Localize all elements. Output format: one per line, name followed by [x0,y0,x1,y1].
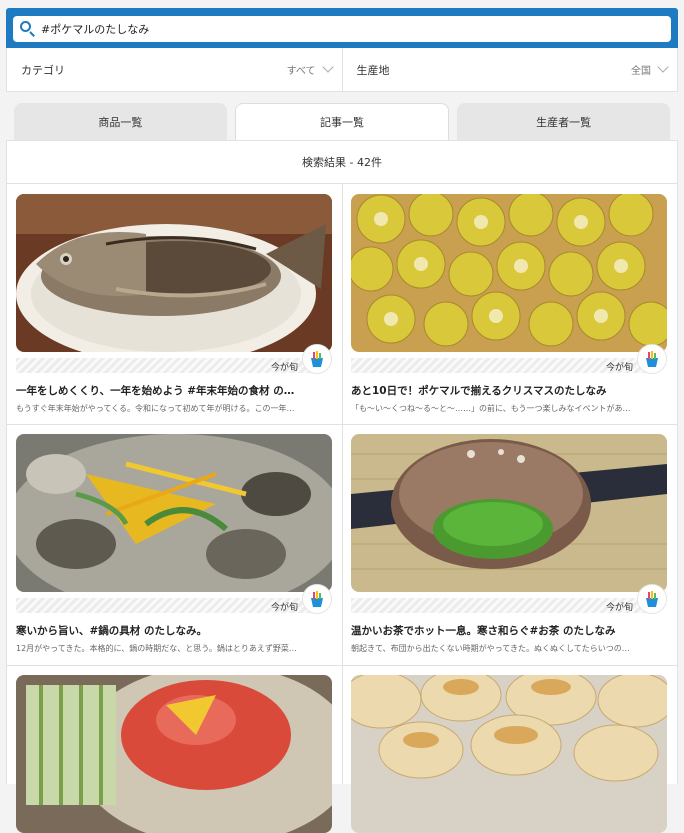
season-stripe [16,598,312,613]
chevron-down-icon [657,61,669,73]
basket-icon [646,351,658,367]
article-title[interactable]: 一年をしめくくり、一年を始めよう #年末年始の食材 の… [16,383,332,398]
article-description: 「も〜い〜くつね〜る〜と〜……」の前に、もう一つ楽しみなイベントがあ… [351,404,631,413]
search-header [6,8,678,48]
season-label: 今が旬 [270,363,298,373]
tab-bar: 商品一覧 記事一覧 生産者一覧 [14,103,671,140]
article-card[interactable] [351,675,669,833]
season-label: 今が旬 [605,603,633,613]
article-image-baked-buns[interactable] [351,675,667,833]
article-image-matcha-bowl[interactable] [351,434,667,592]
article-title[interactable]: 寒いから旨い、#鍋の具材 のたしなみ。 [16,623,332,638]
article-card[interactable]: 今が旬 あと10日で！ポケマルで揃えるクリスマスのたしなみ 「も〜い〜くつね〜る… [351,194,669,414]
article-image-vegetable-dish[interactable] [16,675,332,833]
article-description: もうすぐ年末年始がやってくる。令和になって初めて年が明ける。この一年… [16,404,295,413]
season-stripe [351,598,647,613]
article-card[interactable]: 今が旬 一年をしめくくり、一年を始めよう #年末年始の食材 の… もうすぐ年末年… [16,194,334,414]
category-filter[interactable]: カテゴリ すべて [7,48,342,91]
article-grid: 今が旬 一年をしめくくり、一年を始めよう #年末年始の食材 の… もうすぐ年末年… [6,184,678,833]
filter-bar: カテゴリ すべて 生産地 全国 [6,48,678,92]
column-divider [342,184,343,784]
season-stripe [16,358,312,373]
search-icon[interactable] [19,20,37,38]
article-image-kiwi-tart[interactable] [351,194,667,352]
row-divider [7,665,677,666]
season-label: 今が旬 [605,363,633,373]
tab-producers[interactable]: 生産者一覧 [457,103,671,140]
category-filter-label: カテゴリ [21,63,65,77]
chevron-down-icon [321,61,334,73]
basket-icon [311,591,323,607]
search-input[interactable] [41,22,641,36]
article-description: 12月がやってきた。本格的に、鍋の時期だな、と思う。鍋はとりあえず野菜… [16,644,297,653]
season-stripe [351,358,647,373]
article-title[interactable]: 温かいお茶でホット一息。寒さ和らぐ#お茶 のたしなみ [351,623,667,638]
producer-avatar[interactable] [302,344,332,374]
article-card[interactable]: 今が旬 寒いから旨い、#鍋の具材 のたしなみ。 12月がやってきた。本格的に、鍋… [16,434,334,654]
basket-icon [311,351,323,367]
producer-avatar[interactable] [302,584,332,614]
article-title[interactable]: あと10日で！ポケマルで揃えるクリスマスのたしなみ [351,383,667,398]
basket-icon [646,591,658,607]
producer-avatar[interactable] [637,584,667,614]
article-card[interactable]: 今が旬 温かいお茶でホット一息。寒さ和らぐ#お茶 のたしなみ 朝起きて、布団から… [351,434,669,654]
season-label: 今が旬 [270,603,298,613]
row-divider [7,424,677,425]
search-result-count: 検索結果 - 42件 [6,140,678,184]
article-card[interactable] [16,675,334,833]
tab-articles[interactable]: 記事一覧 [234,103,450,140]
article-image-grilled-sea-bream[interactable] [16,194,332,352]
origin-filter[interactable]: 生産地 全国 [341,48,678,91]
origin-filter-label: 生産地 [356,63,390,77]
article-image-oyster-hotpot[interactable] [16,434,332,592]
article-description: 朝起きて、布団から出たくない時期がやってきた。ぬくぬくしてたらいつの… [351,644,630,653]
category-filter-value: すべて [286,66,316,77]
search-bar[interactable] [13,16,671,42]
tab-products[interactable]: 商品一覧 [14,103,227,140]
producer-avatar[interactable] [637,344,667,374]
origin-filter-value: 全国 [631,66,651,77]
